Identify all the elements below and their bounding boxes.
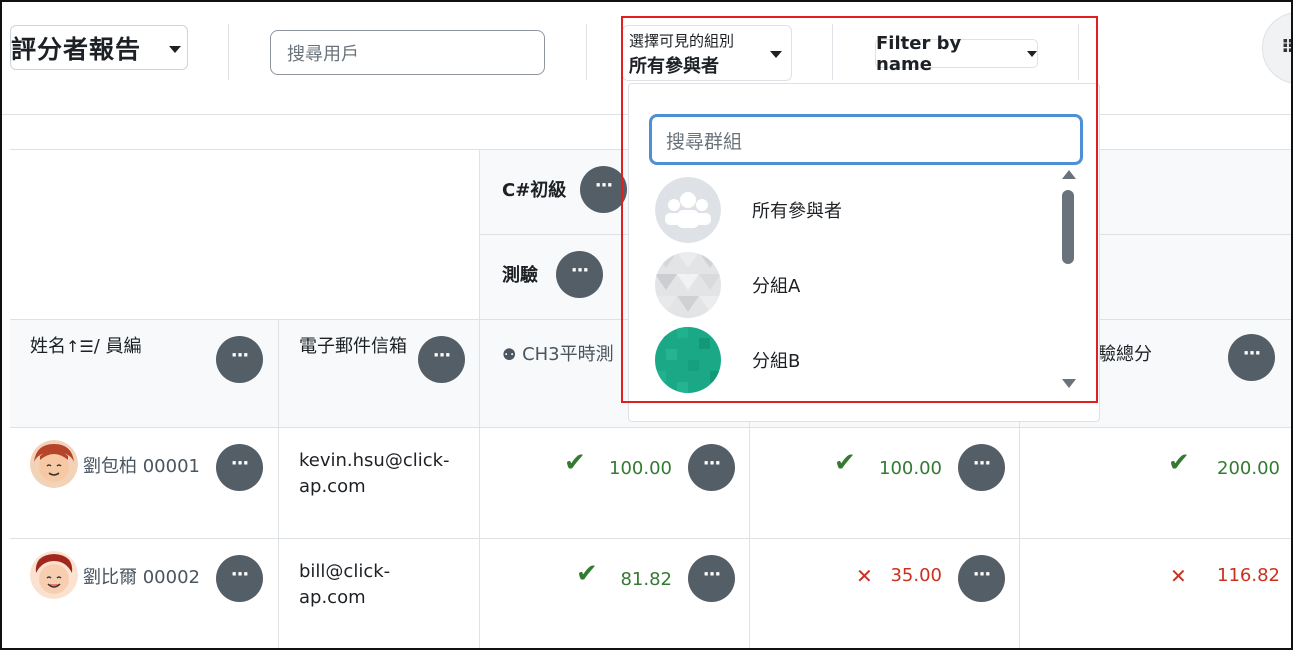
- group-option-label: 所有參與者: [752, 201, 842, 222]
- grade-cell[interactable]: ✕ 35.00 ···: [750, 539, 1020, 648]
- group-placeholder-icon: [655, 177, 721, 243]
- grade-value: 100.00: [879, 458, 942, 479]
- email-column-header: 電子郵件信箱 ···: [279, 320, 480, 428]
- name-column-label: 姓名↑☰/ 員編: [30, 332, 142, 358]
- total-column-actions-button[interactable]: ···: [1228, 334, 1275, 381]
- grade-actions-button[interactable]: ···: [958, 555, 1005, 602]
- group-option-a[interactable]: 分組A: [655, 252, 1055, 318]
- filter-by-name-button[interactable]: Filter by name: [875, 33, 1038, 75]
- grade-value: 116.82: [1217, 565, 1280, 586]
- group-option-all[interactable]: 所有參與者: [655, 177, 1055, 243]
- scroll-up-arrow-icon[interactable]: [1062, 170, 1076, 179]
- user-actions-button[interactable]: ···: [216, 444, 263, 491]
- grid-menu-button[interactable]: ⠿: [1262, 12, 1291, 84]
- table-row-name-cell: 劉包柏 00001 ···: [10, 428, 279, 539]
- avatar: [30, 440, 78, 488]
- name-column-actions-button[interactable]: ···: [216, 336, 263, 383]
- table-row-email-cell: kevin.hsu@click-ap.com: [279, 428, 480, 539]
- header-blank: [10, 150, 480, 320]
- grid-icon: ⠿: [1281, 37, 1291, 58]
- group-selector-value: 所有參與者: [629, 56, 719, 77]
- divider: [228, 24, 229, 80]
- grade-actions-button[interactable]: ···: [688, 555, 735, 602]
- avatar: [30, 551, 78, 599]
- report-selector[interactable]: 評分者報告: [10, 25, 188, 70]
- filter-by-name-label: Filter by name: [876, 32, 962, 75]
- group-option-b[interactable]: 分組B: [655, 327, 1055, 393]
- user-name-link[interactable]: 劉比爾 00002: [83, 563, 200, 589]
- group-selector-label: 選擇可見的組別: [629, 32, 735, 50]
- check-icon: ✔: [576, 559, 598, 589]
- divider: [586, 24, 587, 80]
- category-quiz-actions-button[interactable]: ···: [556, 251, 603, 298]
- chevron-down-icon: [169, 46, 181, 53]
- sort-icon[interactable]: ↑☰: [66, 337, 94, 356]
- total-grade-cell[interactable]: ✕ 116.82: [1020, 539, 1291, 648]
- user-name-link[interactable]: 劉包柏 00001: [83, 452, 200, 478]
- grade-cell[interactable]: ✔ 81.82 ···: [480, 539, 750, 648]
- chevron-down-icon: [1027, 50, 1037, 57]
- dropdown-scrollbar[interactable]: [1059, 168, 1077, 390]
- scrollbar-thumb[interactable]: [1062, 190, 1074, 264]
- quiz-icon: ⚉: [502, 345, 517, 364]
- category-course-actions-button[interactable]: ···: [580, 166, 627, 213]
- check-icon: ✔: [564, 448, 586, 478]
- divider: [1078, 24, 1079, 80]
- report-title: 評分者報告: [11, 34, 142, 64]
- total-grade-cell[interactable]: ✔ 200.00: [1020, 428, 1291, 539]
- chevron-down-icon: [770, 51, 782, 58]
- grade-actions-button[interactable]: ···: [958, 444, 1005, 491]
- cross-icon: ✕: [1170, 564, 1187, 588]
- divider: [832, 24, 833, 80]
- user-actions-button[interactable]: ···: [216, 555, 263, 602]
- table-row-email-cell: bill@click-ap.com: [279, 539, 480, 648]
- page-frame: 評分者報告 搜尋用戶 選擇可見的組別 所有參與者 Filter by name …: [0, 0, 1293, 650]
- total-column-label: 驗總分: [1098, 344, 1152, 365]
- item-column-label[interactable]: ⚉ CH3平時測: [502, 340, 614, 366]
- group-option-label: 分組B: [752, 351, 801, 372]
- grade-cell[interactable]: ✔ 100.00 ···: [750, 428, 1020, 539]
- table-row-name-cell: 劉比爾 00002 ···: [10, 539, 279, 648]
- item-name: CH3平時測: [522, 344, 614, 365]
- employee-id-label: / 員編: [93, 336, 142, 357]
- category-quiz-label: 測驗: [502, 265, 538, 286]
- grade-actions-button[interactable]: ···: [688, 444, 735, 491]
- grade-value: 81.82: [620, 569, 672, 590]
- group-option-label: 分組A: [752, 276, 801, 297]
- email-column-actions-button[interactable]: ···: [418, 336, 465, 383]
- name-column-header: 姓名↑☰/ 員編 ···: [10, 320, 279, 428]
- user-email: kevin.hsu@click-ap.com: [299, 450, 450, 497]
- grade-cell[interactable]: ✔ 100.00 ···: [480, 428, 750, 539]
- scroll-down-arrow-icon[interactable]: [1062, 379, 1076, 388]
- grade-value: 35.00: [890, 565, 942, 586]
- check-icon: ✔: [1168, 448, 1190, 478]
- user-email: bill@click-ap.com: [299, 561, 391, 608]
- category-course-label: C#初級: [502, 180, 567, 201]
- group-b-pattern-icon: [655, 327, 721, 393]
- email-column-label: 電子郵件信箱: [299, 336, 407, 357]
- group-a-pattern-icon: [655, 252, 721, 318]
- group-search-input[interactable]: 搜尋群組: [649, 114, 1083, 165]
- group-dropdown: 搜尋群組 所有參與者 分組A 分組B: [628, 83, 1100, 422]
- grade-value: 100.00: [609, 458, 672, 479]
- name-label: 姓名: [30, 336, 66, 357]
- check-icon: ✔: [834, 448, 856, 478]
- user-search-input[interactable]: 搜尋用戶: [270, 30, 545, 75]
- group-selector[interactable]: 選擇可見的組別 所有參與者: [622, 25, 792, 81]
- grade-value: 200.00: [1217, 458, 1280, 479]
